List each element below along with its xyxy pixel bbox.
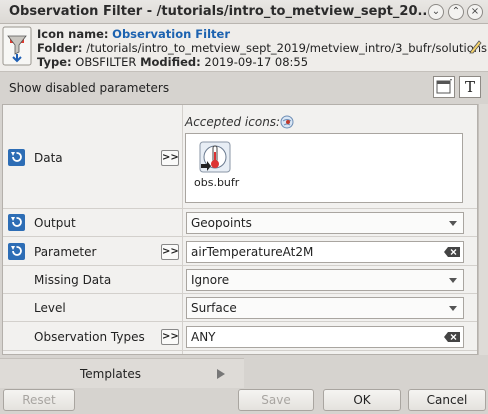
expand-observation-types-button[interactable]: >>: [161, 329, 179, 345]
divider: [0, 71, 488, 72]
chevron-down-icon: [449, 221, 457, 226]
bufr-file-icon[interactable]: [198, 140, 232, 174]
param-label-level: Level: [34, 301, 66, 315]
cancel-button[interactable]: Cancel: [408, 389, 486, 411]
templates-label: Templates: [80, 367, 142, 381]
modified-value: 2019-09-17 08:55: [204, 55, 309, 69]
missing-data-select[interactable]: Ignore: [186, 269, 464, 291]
save-button[interactable]: Save: [238, 389, 314, 411]
column-separator: [182, 351, 183, 354]
reset-button[interactable]: Reset: [3, 389, 75, 411]
expand-parameter-button[interactable]: >>: [161, 244, 179, 260]
folder-value: /tutorials/intro_to_metview_sept_2019/me…: [86, 41, 488, 55]
reset-param-icon[interactable]: [8, 243, 25, 260]
expand-right-icon[interactable]: [217, 369, 225, 379]
type-label: Type:: [37, 55, 72, 69]
param-row-output: Output Geopoints: [3, 209, 477, 237]
column-separator: [182, 322, 183, 350]
param-label-data: Data: [34, 151, 63, 165]
param-label-missing-data: Missing Data: [34, 273, 112, 287]
param-label-observation-types: Observation Types: [34, 330, 145, 344]
output-value: Geopoints: [191, 216, 252, 230]
templates-bar[interactable]: Templates: [0, 358, 244, 388]
icon-info-text: Icon name: Observation Filter Folder: /t…: [37, 27, 487, 69]
clear-text-icon[interactable]: [444, 247, 460, 257]
globe-icon: [280, 115, 294, 129]
obsfilter-icon: [2, 26, 32, 66]
reset-param-icon[interactable]: [8, 149, 25, 166]
ok-button[interactable]: OK: [323, 389, 401, 411]
modified-label: Modified:: [140, 55, 201, 69]
icon-name-label: Icon name:: [37, 27, 109, 41]
column-separator: [182, 105, 183, 208]
parameter-value: airTemperatureAt2M: [191, 245, 314, 259]
collapse-icon[interactable]: ⌄: [428, 4, 444, 20]
panel-layout-button[interactable]: [433, 76, 455, 98]
observation-types-value: ANY: [191, 330, 216, 344]
vertical-scrollbar[interactable]: [478, 104, 488, 355]
window-title: Observation Filter - /tutorials/intro_to…: [9, 4, 433, 19]
text-mode-button[interactable]: T: [459, 76, 481, 98]
bufr-file-label: obs.bufr: [194, 176, 240, 189]
show-disabled-parameters[interactable]: Show disabled parameters: [9, 81, 169, 95]
panel-layout-icon: [436, 79, 452, 94]
chevron-down-icon: [449, 278, 457, 283]
missing-data-value: Ignore: [191, 273, 230, 287]
title-bar: Observation Filter - /tutorials/intro_to…: [0, 0, 488, 24]
type-value: OBSFILTER: [75, 55, 137, 69]
param-label-output: Output: [34, 216, 76, 230]
column-separator: [182, 209, 183, 236]
expand-data-button[interactable]: >>: [161, 150, 179, 166]
clear-text-icon[interactable]: [444, 332, 460, 342]
level-select[interactable]: Surface: [186, 297, 464, 319]
chevron-down-icon: [449, 306, 457, 311]
accepted-icons-label: Accepted icons:: [185, 115, 281, 129]
level-value: Surface: [191, 301, 237, 315]
icon-name-value: Observation Filter: [112, 27, 230, 41]
reset-param-icon[interactable]: [8, 214, 25, 231]
param-label-parameter: Parameter: [34, 245, 97, 259]
parameter-input[interactable]: airTemperatureAt2M: [186, 241, 464, 263]
folder-label: Folder:: [37, 41, 83, 55]
close-icon[interactable]: ×: [467, 4, 483, 20]
column-separator: [182, 237, 183, 265]
observation-types-input[interactable]: ANY: [186, 326, 464, 348]
param-row-missing-data: Missing Data Ignore: [3, 266, 477, 294]
param-row-level: Level Surface: [3, 294, 477, 322]
output-select[interactable]: Geopoints: [186, 212, 464, 234]
param-row-observation-types: Observation Types >> ANY: [3, 322, 477, 351]
column-separator: [182, 294, 183, 321]
edit-pencil-icon[interactable]: [468, 38, 482, 54]
param-row-partial: [3, 351, 477, 354]
maximize-icon[interactable]: ⌃: [448, 4, 464, 20]
column-separator: [182, 266, 183, 293]
param-row-parameter: Parameter >> airTemperatureAt2M: [3, 237, 477, 266]
